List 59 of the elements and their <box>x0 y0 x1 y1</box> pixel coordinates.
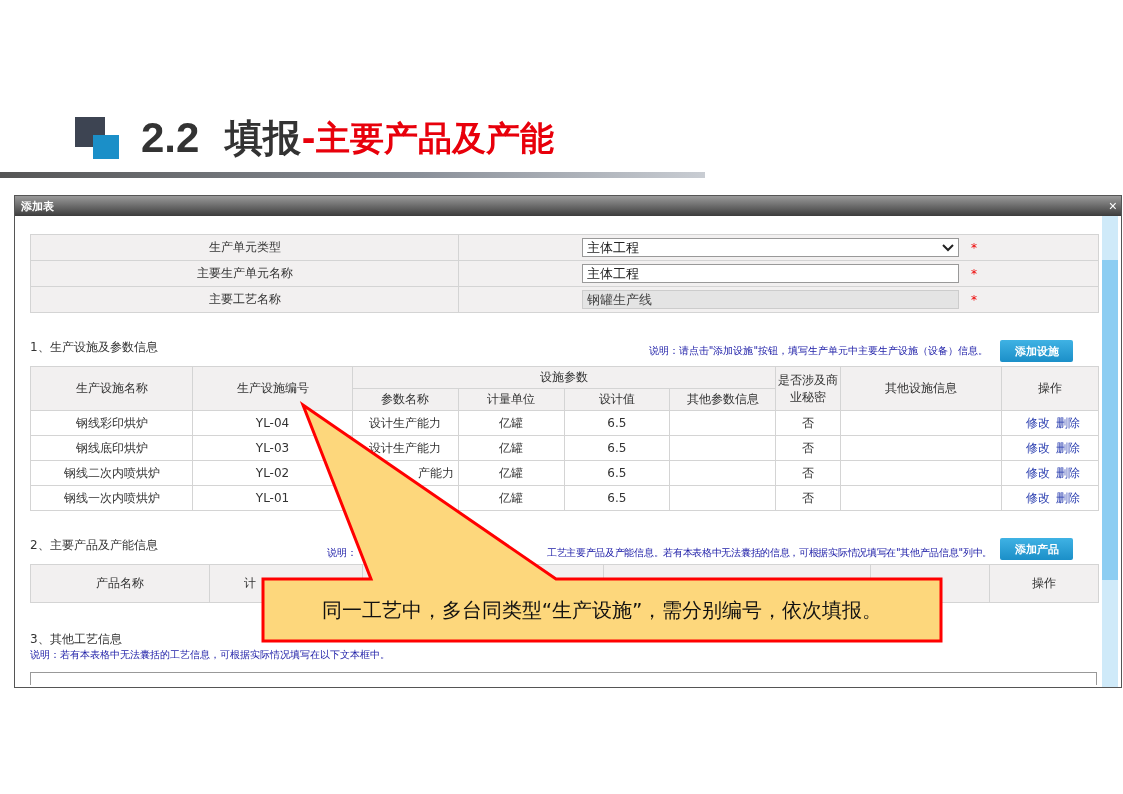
table-cell: 亿罐 <box>458 485 564 511</box>
instruction-note: 说明： <box>327 546 358 560</box>
action-link[interactable]: 删除 <box>1056 465 1080 480</box>
table-cell: 亿罐 <box>458 460 564 486</box>
table-cell: 否 <box>775 485 841 511</box>
required-mark: * <box>971 292 977 307</box>
table-cell: 钢线彩印烘炉 <box>30 410 193 436</box>
select-value: 主体工程 <box>587 238 639 257</box>
table-cell: 钢线一次内喷烘炉 <box>30 485 193 511</box>
select-field[interactable]: 主体工程 <box>582 238 959 257</box>
action-link[interactable]: 删除 <box>1056 415 1080 430</box>
input-field[interactable]: 主体工程 <box>582 264 959 283</box>
required-mark: * <box>971 266 977 281</box>
action-link[interactable]: 修改 <box>1026 465 1050 480</box>
table-cell: 钢线底印烘炉 <box>30 435 193 461</box>
section-heading: 2、主要产品及产能信息 <box>30 537 158 554</box>
table-cell: 否 <box>775 410 841 436</box>
table-cell: 6.5 <box>564 460 670 486</box>
column-header: 其他设施信息 <box>840 366 1002 411</box>
column-header: 是否涉及商业秘密 <box>775 366 841 411</box>
action-link[interactable]: 修改 <box>1026 490 1050 505</box>
slide-subtitle: -主要产品及产能 <box>301 117 554 160</box>
close-button[interactable]: × <box>1106 199 1119 213</box>
instruction-note: 说明：若有本表格中无法囊括的工艺信息，可根据实际情况填写在以下文本框中。 <box>30 648 391 662</box>
field-label: 主要生产单元名称 <box>30 260 459 287</box>
field-label: 主要工艺名称 <box>30 286 459 313</box>
table-cell: 否 <box>775 460 841 486</box>
section-heading: 1、生产设施及参数信息 <box>30 339 158 356</box>
column-header: 产品名称 <box>30 564 210 603</box>
table-cell: 钢线二次内喷烘炉 <box>30 460 193 486</box>
slide-title: 填报 <box>225 115 302 162</box>
instruction-note: 工艺主要产品及产能信息。若有本表格中无法囊括的信息，可根据实际情况填写在"其他产品信息"列中。 <box>546 546 992 560</box>
column-header: 操作 <box>1001 366 1099 411</box>
text-area[interactable] <box>30 672 1097 685</box>
column-header: 生产设施编号 <box>192 366 353 411</box>
section-heading: 3、其他工艺信息 <box>30 631 123 648</box>
scroll-thumb[interactable] <box>1102 260 1118 580</box>
squares-icon <box>75 117 119 159</box>
action-link[interactable]: 修改 <box>1026 415 1050 430</box>
instruction-note: 说明：请点击"添加设施"按钮，填写生产单元中主要生产设施（设备）信息。 <box>648 344 988 358</box>
column-header: 设施参数 <box>352 366 776 389</box>
table-cell: 否 <box>775 435 841 461</box>
table-cell: 亿罐 <box>458 410 564 436</box>
table-cell: 设计生产能力 <box>352 410 459 436</box>
column-header: 操作 <box>989 564 1099 603</box>
table-cell: 6.5 <box>564 435 670 461</box>
table-cell: 亿罐 <box>458 435 564 461</box>
table-cell: 6.5 <box>564 410 670 436</box>
action-link[interactable]: 删除 <box>1056 490 1080 505</box>
required-mark: * <box>971 240 977 255</box>
table-cell: 6.5 <box>564 485 670 511</box>
action-link[interactable]: 删除 <box>1056 440 1080 455</box>
action-link[interactable]: 修改 <box>1026 440 1050 455</box>
dialog-title: 添加表 <box>21 198 54 214</box>
chevron-down-icon <box>942 243 954 252</box>
scrollbar[interactable] <box>1102 216 1118 687</box>
column-header: 生产设施名称 <box>30 366 193 411</box>
field-label: 生产单元类型 <box>30 234 459 261</box>
slide-number: 2.2 <box>141 113 200 163</box>
